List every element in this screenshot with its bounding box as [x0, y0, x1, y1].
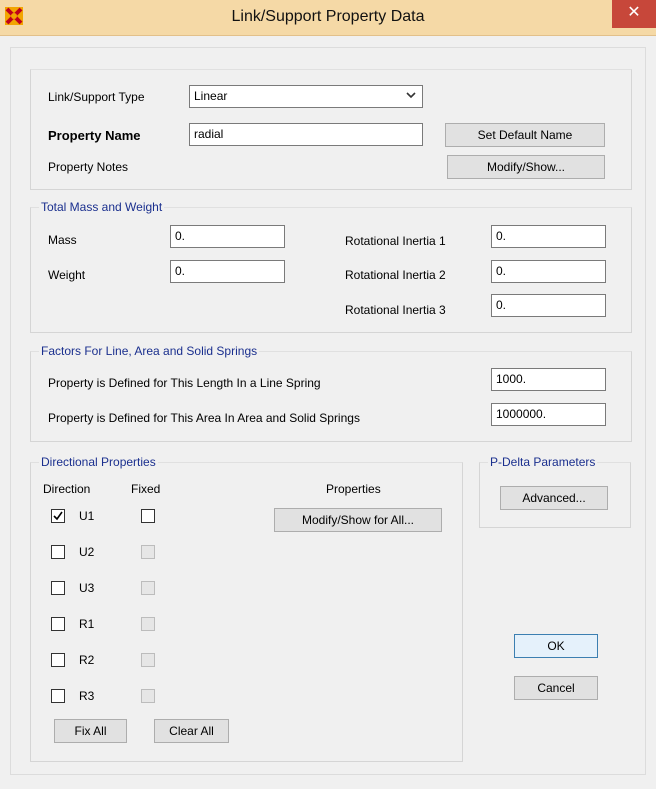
fixed-checkbox-u3[interactable] — [141, 581, 155, 595]
mass-label: Mass — [48, 233, 77, 247]
mass-input[interactable]: 0. — [170, 225, 285, 248]
fixed-checkbox-r3[interactable] — [141, 689, 155, 703]
factors-group: Factors For Line, Area and Solid Springs — [30, 344, 632, 442]
rot-inertia-3-input[interactable]: 0. — [491, 294, 606, 317]
direction-checkbox-u1[interactable] — [51, 509, 65, 523]
chevron-down-icon — [406, 90, 416, 103]
direction-label: R2 — [79, 653, 95, 667]
factors-legend: Factors For Line, Area and Solid Springs — [39, 344, 260, 358]
clear-all-button[interactable]: Clear All — [154, 719, 229, 743]
direction-checkbox-u3[interactable] — [51, 581, 65, 595]
length-factor-label: Property is Defined for This Length In a… — [48, 376, 321, 390]
link-type-select[interactable]: Linear — [189, 85, 423, 108]
area-factor-label: Property is Defined for This Area In Are… — [48, 411, 360, 425]
rot-inertia-1-label: Rotational Inertia 1 — [345, 234, 446, 248]
fixed-column-header: Fixed — [131, 482, 161, 496]
directional-legend: Directional Properties — [39, 455, 158, 469]
pdelta-advanced-button[interactable]: Advanced... — [500, 486, 608, 510]
fixed-checkbox-u1[interactable] — [141, 509, 155, 523]
fixed-checkbox-r2[interactable] — [141, 653, 155, 667]
pdelta-legend: P-Delta Parameters — [488, 455, 598, 469]
modify-show-all-button[interactable]: Modify/Show for All... — [274, 508, 442, 532]
property-name-label: Property Name — [48, 128, 141, 143]
direction-checkbox-u2[interactable] — [51, 545, 65, 559]
direction-checkbox-r2[interactable] — [51, 653, 65, 667]
link-type-label: Link/Support Type — [48, 90, 145, 104]
link-type-value: Linear — [194, 89, 228, 103]
checkmark-icon — [53, 511, 63, 521]
close-icon: ✕ — [627, 4, 641, 21]
fixed-checkbox-r1[interactable] — [141, 617, 155, 631]
direction-checkbox-r3[interactable] — [51, 689, 65, 703]
window-title: Link/Support Property Data — [231, 8, 425, 25]
property-notes-label: Property Notes — [48, 160, 129, 174]
directional-group: Directional Properties — [30, 455, 463, 762]
direction-label: U1 — [79, 509, 95, 523]
modify-show-notes-button[interactable]: Modify/Show... — [447, 155, 605, 179]
close-button[interactable]: ✕ — [612, 0, 656, 28]
direction-column-header: Direction — [43, 482, 91, 496]
length-factor-input[interactable]: 1000. — [491, 368, 606, 391]
fix-all-button[interactable]: Fix All — [54, 719, 127, 743]
rot-inertia-2-input[interactable]: 0. — [491, 260, 606, 283]
direction-checkbox-r1[interactable] — [51, 617, 65, 631]
rot-inertia-3-label: Rotational Inertia 3 — [345, 303, 446, 317]
property-name-input[interactable]: radial — [189, 123, 423, 146]
direction-label: R1 — [79, 617, 95, 631]
direction-label: U3 — [79, 581, 95, 595]
cancel-button[interactable]: Cancel — [514, 676, 598, 700]
area-factor-input[interactable]: 1000000. — [491, 403, 606, 426]
rot-inertia-2-label: Rotational Inertia 2 — [345, 268, 446, 282]
weight-label: Weight — [48, 268, 86, 282]
weight-input[interactable]: 0. — [170, 260, 285, 283]
direction-label: U2 — [79, 545, 95, 559]
ok-button[interactable]: OK — [514, 634, 598, 658]
mass-weight-legend: Total Mass and Weight — [39, 200, 165, 214]
set-default-name-button[interactable]: Set Default Name — [445, 123, 605, 147]
properties-column-header: Properties — [326, 482, 381, 496]
rot-inertia-1-input[interactable]: 0. — [491, 225, 606, 248]
fixed-checkbox-u2[interactable] — [141, 545, 155, 559]
direction-label: R3 — [79, 689, 95, 703]
